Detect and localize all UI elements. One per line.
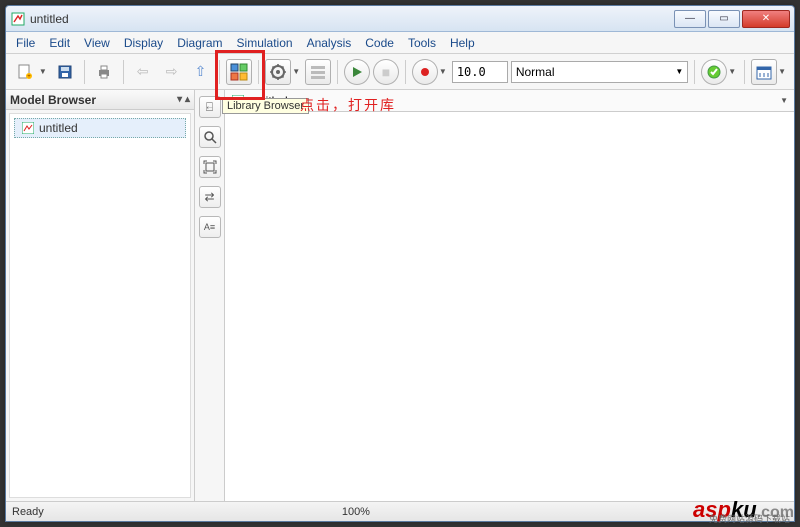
model-config-button[interactable]	[265, 59, 291, 85]
library-browser-tooltip: Library Browser	[222, 98, 309, 114]
menu-view[interactable]: View	[84, 36, 110, 50]
menu-simulation[interactable]: Simulation	[237, 36, 293, 50]
menu-analysis[interactable]: Analysis	[307, 36, 352, 50]
library-browser-button[interactable]	[226, 59, 252, 85]
print-button[interactable]	[91, 59, 117, 85]
statusbar: Ready 100%	[6, 501, 794, 521]
maximize-button[interactable]: ▭	[708, 10, 740, 28]
record-button[interactable]	[412, 59, 438, 85]
annotation-text: 点击，打开库	[300, 95, 396, 115]
menu-edit[interactable]: Edit	[49, 36, 70, 50]
close-button[interactable]: ✕	[742, 10, 790, 28]
minimize-button[interactable]: —	[674, 10, 706, 28]
tree-root-item[interactable]: untitled	[14, 118, 186, 138]
new-button[interactable]: +	[12, 59, 38, 85]
titlebar[interactable]: untitled — ▭ ✕	[6, 6, 794, 32]
new-dropdown-icon[interactable]: ▼	[39, 67, 47, 76]
window-title: untitled	[30, 12, 672, 26]
update-diagram-button[interactable]	[701, 59, 727, 85]
config-dropdown-icon[interactable]: ▼	[292, 67, 300, 76]
up-button[interactable]: ⇧	[188, 59, 214, 85]
sim-mode-select[interactable]: Normal▼	[511, 61, 688, 83]
model-tree[interactable]: untitled	[9, 113, 191, 498]
model-icon	[21, 121, 35, 135]
toolbar: + ▼ ⇦ ⇨ ⇧ ▼ ■ ▼ Normal▼ ▼ ▼	[6, 54, 794, 90]
zoom-button[interactable]	[199, 126, 221, 148]
status-text: Ready	[12, 506, 44, 518]
stop-button[interactable]: ■	[373, 59, 399, 85]
diagram-canvas[interactable]	[225, 112, 794, 501]
menu-diagram[interactable]: Diagram	[177, 36, 222, 50]
panel-collapse-icon[interactable]: ▾ ▴	[177, 94, 190, 105]
watermark-sub: 免费网站源码下载站	[709, 512, 790, 525]
canvas-toolbar: ⍇ ⇄ A≡	[195, 90, 225, 501]
schedule-button[interactable]	[751, 59, 777, 85]
menubar: File Edit View Display Diagram Simulatio…	[6, 32, 794, 54]
fit-view-button[interactable]	[199, 156, 221, 178]
update-dropdown-icon[interactable]: ▼	[728, 67, 736, 76]
forward-button[interactable]: ⇨	[159, 59, 185, 85]
run-button[interactable]	[344, 59, 370, 85]
menu-help[interactable]: Help	[450, 36, 475, 50]
status-zoom: 100%	[44, 506, 668, 518]
model-explorer-button[interactable]	[305, 59, 331, 85]
record-dropdown-icon[interactable]: ▼	[439, 67, 447, 76]
menu-file[interactable]: File	[16, 36, 35, 50]
app-icon	[10, 11, 26, 27]
menu-display[interactable]: Display	[124, 36, 163, 50]
menu-code[interactable]: Code	[365, 36, 394, 50]
hide-browser-button[interactable]: ⍇	[199, 96, 221, 118]
model-browser-panel: Model Browser ▾ ▴ untitled	[6, 90, 195, 501]
breadcrumb-dropdown-icon[interactable]: ▼	[780, 96, 788, 105]
normal-view-button[interactable]: ⇄	[199, 186, 221, 208]
menu-tools[interactable]: Tools	[408, 36, 436, 50]
schedule-dropdown-icon[interactable]: ▼	[778, 67, 786, 76]
model-browser-title: Model Browser	[10, 93, 96, 107]
back-button[interactable]: ⇦	[130, 59, 156, 85]
sim-stop-time-input[interactable]	[452, 61, 508, 83]
tree-root-label: untitled	[39, 121, 78, 135]
save-button[interactable]	[52, 59, 78, 85]
app-window: untitled — ▭ ✕ File Edit View Display Di…	[5, 5, 795, 522]
annotation-button[interactable]: A≡	[199, 216, 221, 238]
svg-text:+: +	[27, 74, 31, 80]
